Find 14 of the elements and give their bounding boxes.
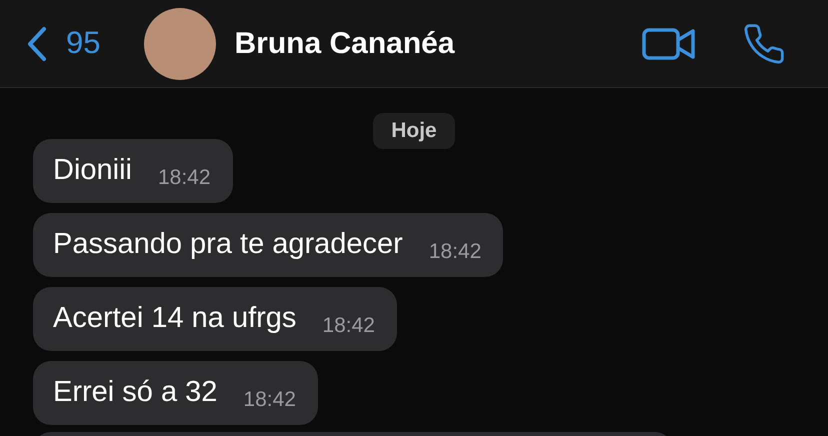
message-text: Acertei 14 na ufrgs [53, 301, 296, 336]
message-time: 18:42 [243, 388, 296, 412]
video-call-icon[interactable] [642, 26, 696, 62]
contact-name[interactable]: Bruna Cananéa [234, 21, 455, 66]
date-label: Hoje [373, 113, 455, 149]
phone-icon[interactable] [742, 22, 786, 66]
message-time: 18:42 [428, 240, 482, 264]
back-button[interactable]: 95 [26, 20, 100, 67]
message-time: 18:42 [322, 314, 375, 338]
back-chevron-icon [26, 26, 48, 62]
message-text: Errei só a 32 [53, 375, 218, 410]
message-text: Dioniii [53, 153, 132, 188]
message-time: 18:42 [158, 166, 211, 190]
message-text: Passando pra te agradecer [53, 227, 403, 262]
